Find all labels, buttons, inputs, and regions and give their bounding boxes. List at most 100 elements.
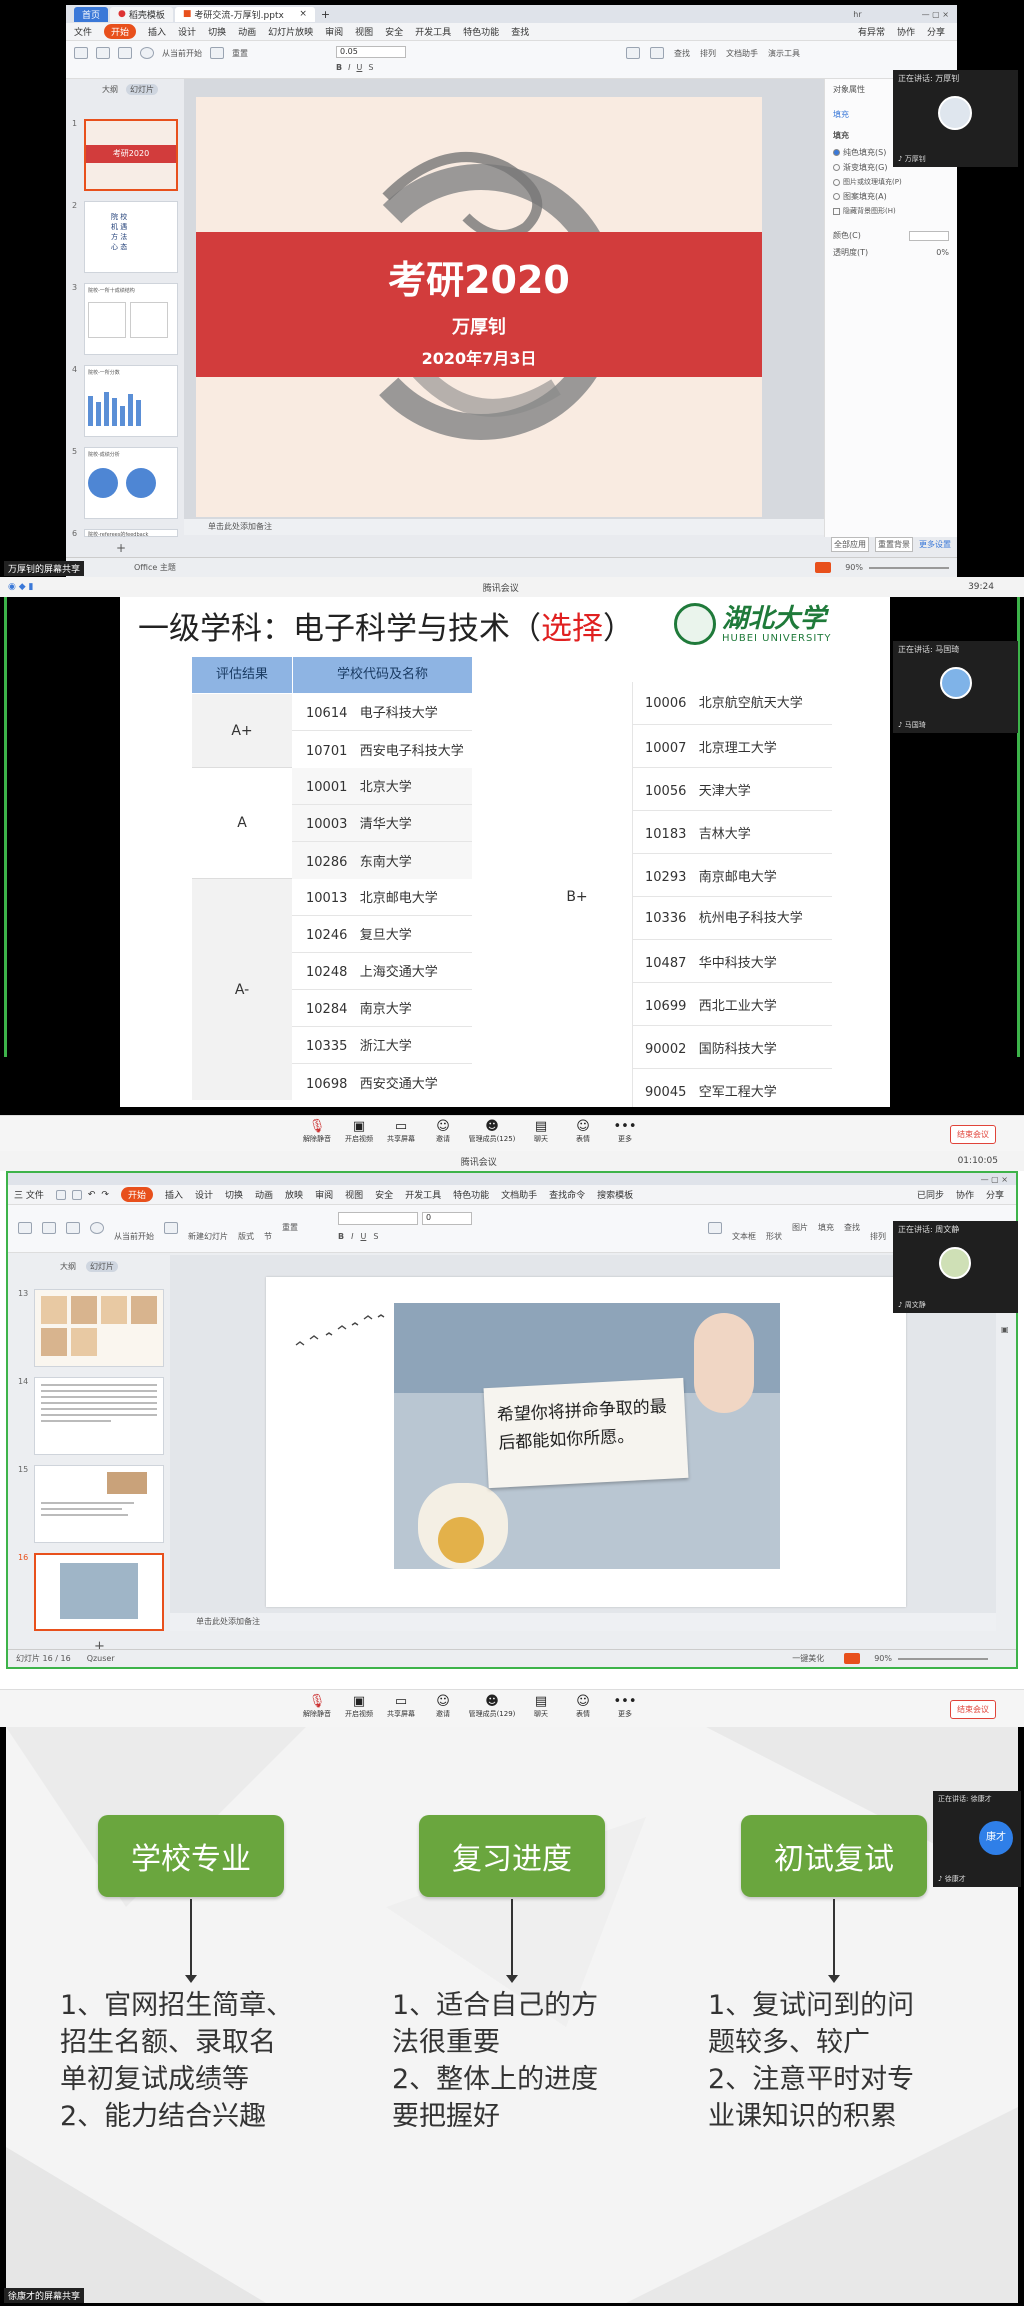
bold-icon[interactable]: B — [336, 63, 342, 72]
reset-button[interactable]: 重置 — [232, 48, 248, 59]
video-button[interactable]: ▣ 开启视频 — [338, 1119, 380, 1144]
new-slide-button[interactable]: 新建幻灯片 — [188, 1231, 228, 1242]
arrange-button[interactable]: 排列 — [870, 1231, 886, 1242]
slide-thumb-13[interactable] — [34, 1289, 164, 1367]
menu-review[interactable]: 审阅 — [315, 1188, 333, 1201]
option-pattern[interactable]: 图案填充(A) — [833, 191, 949, 202]
menu-design[interactable]: 设计 — [178, 25, 196, 38]
menu-share[interactable]: 分享 — [986, 1188, 1004, 1201]
underline-icon[interactable]: U — [360, 1232, 366, 1241]
from-current-button[interactable]: 从当前开始 — [162, 48, 202, 59]
slide-tools-button[interactable]: 演示工具 — [768, 48, 800, 59]
menu-special[interactable]: 特色功能 — [453, 1188, 489, 1201]
section-button[interactable]: 节 — [264, 1231, 272, 1242]
unmute-button[interactable]: 🎙 解除静音 — [296, 1694, 338, 1719]
zoom-slider[interactable] — [898, 1657, 988, 1660]
members-button[interactable]: ☻ 管理成员(129) — [464, 1694, 520, 1719]
tab-outline[interactable]: 大纲 — [60, 1261, 76, 1272]
strike-icon[interactable]: S — [373, 1232, 378, 1241]
new-slide-icon[interactable] — [210, 47, 224, 59]
menu-security[interactable]: 安全 — [375, 1188, 393, 1201]
more-button[interactable]: ••• 更多 — [604, 1119, 646, 1144]
color-select[interactable] — [909, 230, 949, 241]
beautify-button[interactable]: 一键美化 — [792, 1653, 824, 1664]
shape-button[interactable]: 形状 — [766, 1231, 782, 1242]
end-meeting-button[interactable]: 结束会议 — [950, 1125, 996, 1144]
italic-icon[interactable]: I — [348, 63, 350, 72]
underline-icon[interactable]: U — [356, 63, 362, 72]
menu-insert[interactable]: 插入 — [148, 25, 166, 38]
menu-devtools[interactable]: 开发工具 — [405, 1188, 441, 1201]
from-current-button[interactable]: 从当前开始 — [114, 1231, 154, 1242]
menu-start[interactable]: 开始 — [120, 1187, 153, 1202]
transparency-value[interactable]: 0% — [936, 248, 949, 257]
menu-assistant[interactable]: 文档助手 — [501, 1188, 537, 1201]
strike-icon[interactable]: S — [368, 63, 373, 72]
italic-icon[interactable]: I — [351, 1232, 353, 1241]
play-button[interactable] — [815, 562, 832, 573]
window-controls-icon[interactable]: — ▢ × — [922, 10, 949, 19]
unmute-button[interactable]: 🎙 解除静音 — [296, 1119, 338, 1144]
font-name-input[interactable] — [338, 1212, 418, 1225]
slide-thumb-16[interactable] — [34, 1553, 164, 1631]
option-hide-bg[interactable]: 隐藏背景图形(H) — [833, 206, 949, 216]
menu-exception[interactable]: 有异常 — [858, 25, 885, 38]
paste-icon[interactable] — [18, 1221, 32, 1234]
reset-button[interactable]: 重置 — [282, 1222, 298, 1233]
font-size-input[interactable]: 0 — [422, 1212, 472, 1225]
font-size-input[interactable]: 0.05 — [336, 46, 406, 58]
share-screen-button[interactable]: ▭ 共享屏幕 — [380, 1694, 422, 1719]
play-icon[interactable] — [90, 1221, 104, 1234]
tab-outline[interactable]: 大纲 — [102, 84, 118, 95]
find-button[interactable]: 查找 — [844, 1222, 860, 1233]
invite-button[interactable]: ☺ 邀请 — [422, 1694, 464, 1719]
option-picture[interactable]: 图片或纹理填充(P) — [833, 177, 949, 187]
slide-thumb-2[interactable]: 院 校 机 遇 方 法 心 态 — [84, 201, 178, 273]
menu-view[interactable]: 视图 — [355, 25, 373, 38]
slide-thumb-5[interactable]: 院校-成绩分析 — [84, 447, 178, 519]
fill-button[interactable]: 填充 — [818, 1222, 834, 1233]
new-slide-icon[interactable] — [164, 1221, 178, 1234]
apply-all-button[interactable]: 全部应用 — [831, 537, 869, 552]
menu-slideshow[interactable]: 放映 — [285, 1188, 303, 1201]
slide-thumb-15[interactable] — [34, 1465, 164, 1543]
new-tab-icon[interactable]: + — [321, 8, 330, 21]
menu-animation[interactable]: 动画 — [238, 25, 256, 38]
members-button[interactable]: ☻ 管理成员(125) — [464, 1119, 520, 1144]
arrange-button[interactable]: 排列 — [700, 48, 716, 59]
more-button[interactable]: ••• 更多 — [604, 1694, 646, 1719]
tab-slides[interactable]: 幻灯片 — [86, 1261, 118, 1272]
end-meeting-button[interactable]: 结束会议 — [950, 1700, 996, 1719]
menu-collab[interactable]: 协作 — [897, 25, 915, 38]
window-controls-icon[interactable]: — ▢ × — [981, 1175, 1008, 1184]
format-painter-icon[interactable] — [118, 47, 132, 59]
menu-special[interactable]: 特色功能 — [463, 25, 499, 38]
menu-file[interactable]: 三 文件 — [14, 1188, 44, 1201]
tab-slides[interactable]: 幻灯片 — [126, 84, 158, 95]
menu-security[interactable]: 安全 — [385, 25, 403, 38]
textbox-button[interactable]: 文本框 — [732, 1231, 756, 1242]
tab-file[interactable]: ■ 考研交流-万厚钊.pptx × — [174, 6, 315, 22]
video-button[interactable]: ▣ 开启视频 — [338, 1694, 380, 1719]
tab-home[interactable]: 首页 — [74, 6, 109, 22]
menu-file[interactable]: 文件 — [74, 25, 92, 38]
print-icon[interactable] — [71, 1189, 82, 1200]
notes-bar[interactable]: 单击此处添加备注 — [170, 1613, 996, 1631]
menu-slideshow[interactable]: 幻灯片放映 — [268, 25, 313, 38]
format-painter-icon[interactable] — [66, 1221, 80, 1234]
reset-bg-button[interactable]: 重置背景 — [875, 537, 913, 552]
textbox-icon[interactable] — [708, 1221, 722, 1234]
menu-animation[interactable]: 动画 — [255, 1188, 273, 1201]
zoom-slider[interactable] — [869, 566, 949, 569]
chat-button[interactable]: ▤ 聊天 — [520, 1694, 562, 1719]
menu-collab[interactable]: 协作 — [956, 1188, 974, 1201]
slide-thumb-3[interactable]: 院校-一所十成绩结构 — [84, 283, 178, 355]
shape-icon[interactable] — [650, 47, 664, 59]
slide-main[interactable]: 希望你将拼命争取的最后都能如你所愿。 — [266, 1277, 906, 1607]
redo-icon[interactable]: ↷ — [101, 1190, 109, 1200]
add-slide-button[interactable]: + — [116, 541, 126, 555]
play-icon[interactable] — [140, 47, 154, 59]
play-button[interactable] — [844, 1653, 861, 1664]
save-icon[interactable] — [55, 1189, 66, 1200]
menu-start[interactable]: 开始 — [104, 24, 137, 39]
